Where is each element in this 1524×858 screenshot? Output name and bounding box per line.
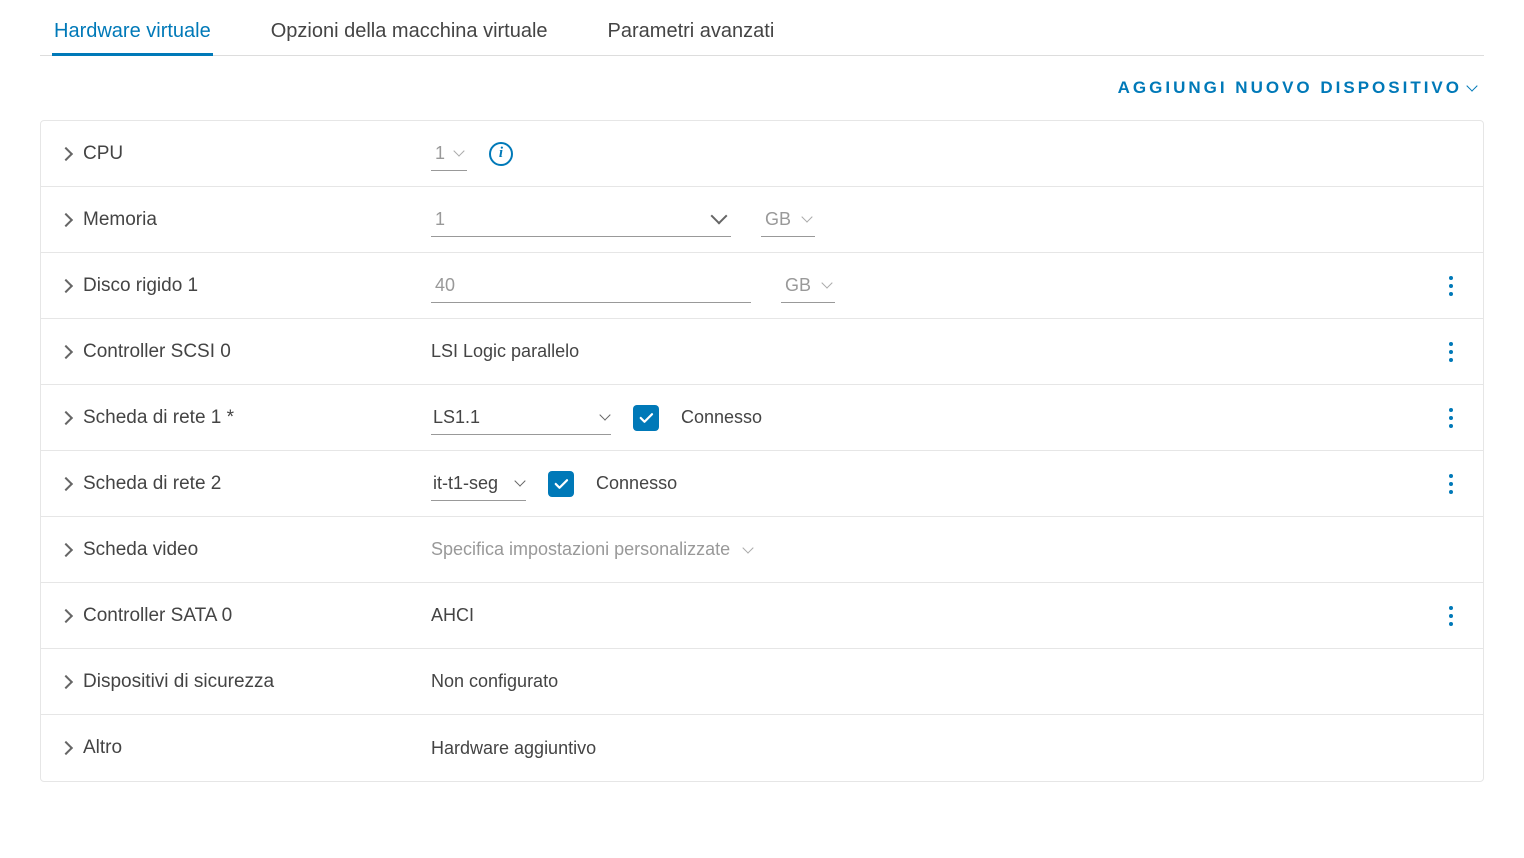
nic1-connected-checkbox[interactable] (633, 405, 659, 431)
tab-advanced[interactable]: Parametri avanzati (606, 10, 777, 55)
chevron-down-icon (821, 277, 832, 288)
disk1-input[interactable]: 40 (431, 269, 751, 303)
chevron-right-icon (59, 410, 73, 424)
memory-unit: GB (765, 209, 791, 230)
cpu-label: CPU (83, 143, 123, 165)
add-device-label: AGGIUNGI NUOVO DISPOSITIVO (1118, 78, 1462, 98)
disk1-unit-select[interactable]: GB (781, 269, 835, 303)
row-memory: Memoria 1 GB (41, 187, 1483, 253)
other-label: Altro (83, 737, 122, 759)
chevron-right-icon (59, 278, 73, 292)
check-icon (552, 475, 570, 493)
video-value: Specifica impostazioni personalizzate (431, 539, 730, 560)
disk1-value: 40 (435, 275, 455, 296)
sata0-label: Controller SATA 0 (83, 605, 232, 627)
cpu-value: 1 (435, 143, 445, 164)
row-nic1: Scheda di rete 1 * LS1.1 Connesso (41, 385, 1483, 451)
row-cpu: CPU 1 i (41, 121, 1483, 187)
info-icon[interactable]: i (489, 142, 513, 166)
nic1-label: Scheda di rete 1 * (83, 407, 234, 429)
disk1-unit: GB (785, 275, 811, 296)
add-device-button[interactable]: AGGIUNGI NUOVO DISPOSITIVO (1118, 78, 1476, 98)
row-nic2-toggle[interactable]: Scheda di rete 2 (61, 473, 431, 495)
chevron-right-icon (59, 674, 73, 688)
row-video: Scheda video Specifica impostazioni pers… (41, 517, 1483, 583)
nic2-connected-label: Connesso (596, 473, 677, 494)
chevron-right-icon (59, 476, 73, 490)
chevron-right-icon (59, 542, 73, 556)
other-value: Hardware aggiuntivo (431, 738, 596, 759)
scsi0-value: LSI Logic parallelo (431, 341, 579, 362)
nic2-network-select[interactable]: it-t1-seg (431, 467, 526, 501)
security-value: Non configurato (431, 671, 558, 692)
kebab-menu-icon[interactable] (1439, 408, 1463, 428)
memory-label: Memoria (83, 209, 157, 231)
nic2-label: Scheda di rete 2 (83, 473, 221, 495)
row-cpu-toggle[interactable]: CPU (61, 143, 431, 165)
chevron-right-icon (59, 344, 73, 358)
nic2-value: it-t1-seg (433, 473, 498, 494)
nic1-network-select[interactable]: LS1.1 (431, 401, 611, 435)
chevron-down-icon[interactable] (711, 207, 728, 224)
row-other-toggle[interactable]: Altro (61, 737, 431, 759)
chevron-down-icon (742, 542, 753, 553)
kebab-menu-icon[interactable] (1439, 606, 1463, 626)
kebab-menu-icon[interactable] (1439, 342, 1463, 362)
tab-hardware[interactable]: Hardware virtuale (52, 10, 213, 55)
row-nic1-toggle[interactable]: Scheda di rete 1 * (61, 407, 431, 429)
chevron-down-icon (801, 211, 812, 222)
row-memory-toggle[interactable]: Memoria (61, 209, 431, 231)
chevron-right-icon (59, 741, 73, 755)
row-disk1-toggle[interactable]: Disco rigido 1 (61, 275, 431, 297)
row-nic2: Scheda di rete 2 it-t1-seg Connesso (41, 451, 1483, 517)
row-scsi0-toggle[interactable]: Controller SCSI 0 (61, 341, 431, 363)
chevron-right-icon (59, 212, 73, 226)
row-sata0: Controller SATA 0 AHCI (41, 583, 1483, 649)
kebab-menu-icon[interactable] (1439, 474, 1463, 494)
row-sata0-toggle[interactable]: Controller SATA 0 (61, 605, 431, 627)
chevron-down-icon (599, 409, 610, 420)
chevron-down-icon (453, 145, 464, 156)
chevron-right-icon (59, 146, 73, 160)
chevron-down-icon (1466, 80, 1477, 91)
chevron-down-icon (514, 475, 525, 486)
scsi0-label: Controller SCSI 0 (83, 341, 231, 363)
tabs: Hardware virtuale Opzioni della macchina… (40, 10, 1484, 56)
video-settings-select[interactable]: Specifica impostazioni personalizzate (431, 539, 752, 560)
nic1-connected-label: Connesso (681, 407, 762, 428)
video-label: Scheda video (83, 539, 198, 561)
memory-unit-select[interactable]: GB (761, 203, 815, 237)
row-security: Dispositivi di sicurezza Non configurato (41, 649, 1483, 715)
memory-value: 1 (435, 209, 445, 230)
row-scsi0: Controller SCSI 0 LSI Logic parallelo (41, 319, 1483, 385)
row-security-toggle[interactable]: Dispositivi di sicurezza (61, 671, 431, 693)
disk1-label: Disco rigido 1 (83, 275, 198, 297)
cpu-select[interactable]: 1 (431, 137, 467, 171)
row-disk1: Disco rigido 1 40 GB (41, 253, 1483, 319)
memory-input[interactable]: 1 (431, 203, 731, 237)
chevron-right-icon (59, 608, 73, 622)
sata0-value: AHCI (431, 605, 474, 626)
nic1-value: LS1.1 (433, 407, 480, 428)
security-label: Dispositivi di sicurezza (83, 671, 274, 693)
row-other: Altro Hardware aggiuntivo (41, 715, 1483, 781)
nic2-connected-checkbox[interactable] (548, 471, 574, 497)
kebab-menu-icon[interactable] (1439, 276, 1463, 296)
tab-vm-options[interactable]: Opzioni della macchina virtuale (269, 10, 550, 55)
check-icon (637, 409, 655, 427)
row-video-toggle[interactable]: Scheda video (61, 539, 431, 561)
add-device-bar: AGGIUNGI NUOVO DISPOSITIVO (40, 56, 1484, 120)
memory-input-wrap: 1 (431, 203, 731, 237)
hardware-panel: CPU 1 i Memoria 1 GB (40, 120, 1484, 782)
